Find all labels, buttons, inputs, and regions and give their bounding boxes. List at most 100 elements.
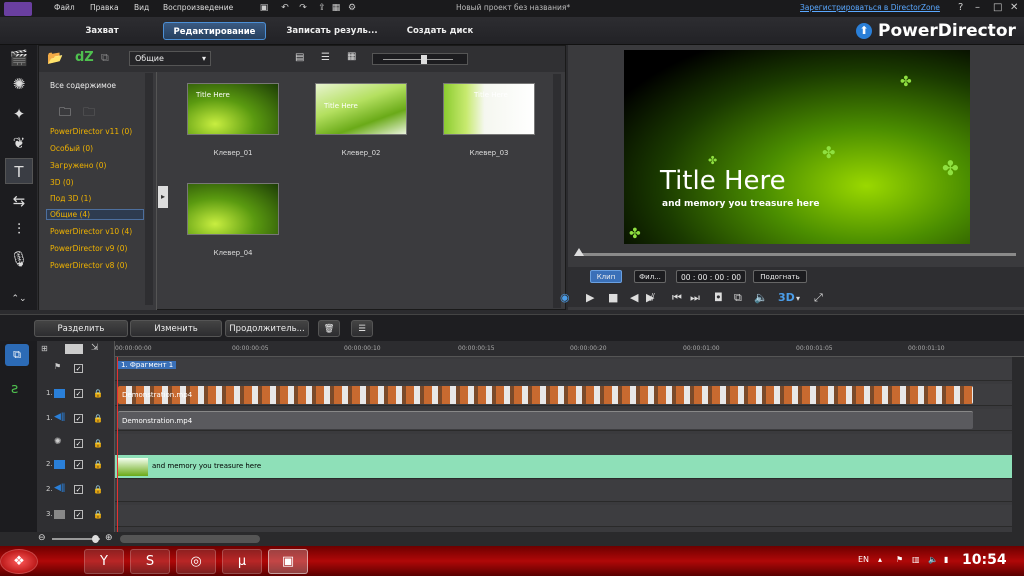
next-marker-icon[interactable]: ⏭ [690,291,700,305]
scrub-handle-icon[interactable] [574,248,584,256]
skype-icon[interactable]: S [130,549,170,574]
fullscreen-icon[interactable]: ⤢ [814,291,823,305]
utorrent-icon[interactable]: µ [222,549,262,574]
lock-icon[interactable]: 🔒 [93,485,103,494]
zoom-in-icon[interactable]: ⊕ [105,533,113,543]
template-thumbnail[interactable]: Title Here [443,83,535,135]
track-enable-checkbox[interactable]: ✓ [74,439,83,448]
audio-mixing-icon[interactable]: ⫶ [5,216,33,242]
previous-frame-icon[interactable]: ◀ [630,291,638,304]
preview-scrub-bar[interactable] [576,253,1016,256]
folder-powerdirector-v10[interactable]: PowerDirector v10 (4) [50,227,132,236]
timeline-vertical-scrollbar[interactable] [1012,357,1024,532]
lock-icon[interactable]: 🔒 [93,414,103,423]
track-settings-icon[interactable]: ⊞ [41,344,48,353]
pip-room-icon[interactable]: ✦ [5,101,33,127]
powerdirector-taskbar-icon[interactable]: ▣ [268,549,308,574]
volume-tray-icon[interactable]: 🔈 [928,555,938,564]
room-scroll-icon[interactable]: ⌃⌄ [5,286,33,312]
network-icon[interactable]: ▥ [912,555,920,564]
folder-special[interactable]: Особый (0) [50,144,93,153]
split-clip-icon[interactable]: ⫽ [650,291,655,305]
storyboard-view-icon[interactable] [65,344,83,354]
transition-room-icon[interactable]: ⇆ [5,188,33,214]
sync-icon[interactable]: ▦ [331,3,341,13]
track-enable-checkbox[interactable]: ✓ [74,414,83,423]
folder-downloaded[interactable]: Загружено (0) [50,161,106,170]
title-clip[interactable]: and memory you treasure here [148,457,1012,475]
flag-icon[interactable]: ⚑ [896,555,903,564]
add-folder-icon[interactable]: 🗀 [59,103,71,124]
track-enable-checkbox[interactable]: ✓ [74,510,83,519]
video-track-1[interactable]: Demonstration.mp4 [115,384,1012,406]
chevron-down-icon[interactable]: ▾ [796,294,800,303]
lock-icon[interactable]: 🔒 [93,389,103,398]
maximize-button[interactable]: □ [993,2,1002,13]
fit-button[interactable]: Подогнать [753,270,807,283]
template-thumbnail[interactable]: Title Here [187,83,279,135]
export-icon[interactable]: ⇪ [317,3,327,13]
folder-powerdirector-v9[interactable]: PowerDirector v9 (0) [50,244,127,253]
particle-room-icon[interactable]: ❦ [5,130,33,156]
taskbar-clock[interactable]: 10:54 [962,552,1007,568]
more-options-icon[interactable]: ☰ [351,320,373,337]
save-icon[interactable]: ▣ [259,3,269,13]
tab-produce[interactable]: Записать резуль... [277,22,387,40]
audio-clip[interactable]: Demonstration.mp4 [118,411,973,429]
register-directorzone-link[interactable]: Зарегистрироваться в DirectorZone [800,3,940,12]
tray-arrow-icon[interactable]: ▴ [878,555,882,564]
upgrade-arrow-icon[interactable]: ⬆ [856,23,872,39]
steam-icon[interactable]: ◎ [176,549,216,574]
edit-button[interactable]: Изменить [130,320,222,337]
folder-for-3d[interactable]: Под 3D (1) [50,194,91,203]
lock-icon[interactable]: 🔒 [93,460,103,469]
playhead[interactable] [117,357,118,546]
all-content-label[interactable]: Все содержимое [50,81,116,90]
track-enable-checkbox[interactable]: ✓ [74,460,83,469]
magic-tools-icon[interactable]: ƨ [11,381,18,397]
grid-view-icon[interactable]: ▦ [347,51,356,62]
media-room-icon[interactable]: 🎬 [5,45,33,71]
slider-handle[interactable] [421,55,427,64]
time-ruler[interactable]: 00:00:00:00 00:00:00:05 00:00:00:10 00:0… [115,341,1024,357]
play-icon[interactable]: ▶ [586,291,594,304]
fx-room-icon[interactable]: ✺ [5,71,33,97]
power-icon[interactable]: ▮ [944,555,948,564]
eye-preview-icon[interactable]: ◉ [560,291,570,304]
undock-icon[interactable]: ⧉ [734,291,742,305]
directorzone-button[interactable]: dZ [75,50,94,65]
timecode-display[interactable]: 00 : 00 : 00 : 00 [676,270,746,283]
video-track-2[interactable]: and memory you treasure here [115,455,1012,479]
library-scrollbar[interactable] [553,74,561,308]
split-button[interactable]: Разделить [34,320,128,337]
chapter-marker[interactable]: 1. Фрагмент 1 [118,361,177,369]
tab-capture[interactable]: Захват [72,22,132,40]
import-media-icon[interactable]: 📂 [47,51,63,66]
delete-folder-icon[interactable]: 🗀 [83,103,95,124]
start-button-icon[interactable]: ❖ [0,549,38,574]
menu-edit[interactable]: Правка [90,3,119,12]
collapse-panel-arrow-icon[interactable]: ▸ [158,186,168,208]
audio-track-2[interactable] [115,480,1012,502]
yandex-browser-icon[interactable]: Y [84,549,124,574]
template-thumbnail[interactable]: Title Here [315,83,407,135]
minimize-button[interactable]: – [975,2,980,13]
menu-file[interactable]: Файл [54,3,75,12]
3d-mode-toggle[interactable]: 3D [778,291,795,304]
snapshot-camera-icon[interactable]: ◘ [714,291,723,304]
volume-icon[interactable]: 🔈 [754,291,768,304]
category-dropdown[interactable]: Общие ▾ [129,51,211,66]
add-track-icon[interactable]: ⇲ [91,343,99,353]
template-thumbnail[interactable] [187,183,279,235]
delete-trash-icon[interactable]: 🗑 [318,320,340,337]
title-room-icon[interactable]: T [5,158,33,184]
clip-mode-button[interactable]: Клип [590,270,622,283]
preview-screen[interactable]: ✤ ✤ ✤ ✤ ✤ Title Here and memory you trea… [624,50,970,244]
video-track-3[interactable] [115,505,1012,527]
menu-playback[interactable]: Воспроизведение [163,3,233,12]
movie-mode-button[interactable]: Фил... [634,270,666,283]
lock-icon[interactable]: 🔒 [93,510,103,519]
stop-icon[interactable]: ■ [608,291,618,304]
folder-general[interactable]: Общие (4) [46,209,144,220]
folder-powerdirector-v11[interactable]: PowerDirector v11 (0) [50,127,132,136]
